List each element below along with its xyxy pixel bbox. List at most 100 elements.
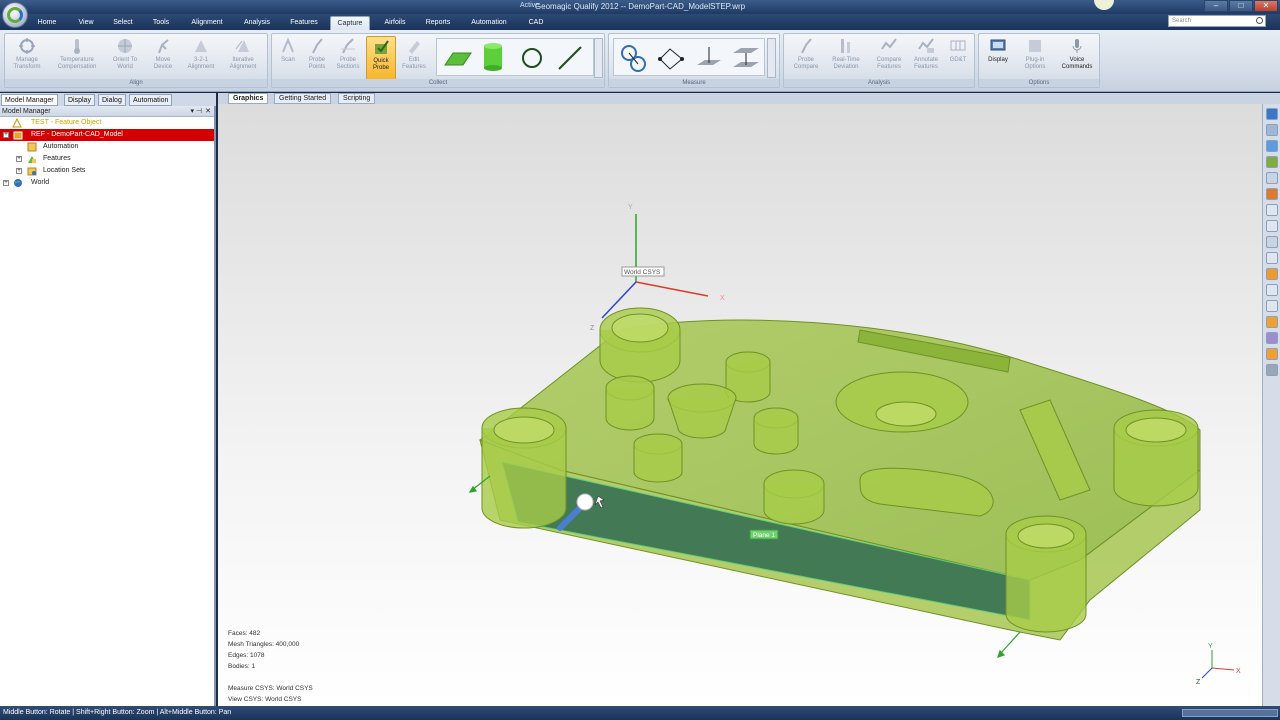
manage-transform-button[interactable]: Manage Transform [9,36,45,81]
tab-tools[interactable]: Tools [146,16,176,30]
view-front-icon[interactable] [1266,108,1278,120]
render-mode-icon[interactable] [1266,332,1278,344]
tab-capture[interactable]: Capture [330,16,370,30]
iterative-alignment-label: Iterative Alignment [229,57,257,70]
tab-home[interactable]: Home [32,16,62,30]
tab-view[interactable]: View [72,16,100,30]
tab-select[interactable]: Select [108,16,138,30]
orient-to-world-button[interactable]: Orient To World [107,36,143,81]
tab-airfoils[interactable]: Airfoils [376,16,414,30]
options-group: Display Plug-in Options Voice Commands O… [978,33,1100,88]
edit-features-button[interactable]: Edit Features [398,36,430,81]
zoom-icon[interactable] [1266,236,1278,248]
mesh-triangles-count: Mesh Triangles: 400,000 [228,641,300,648]
tab-graphics[interactable]: Graphics [228,93,269,104]
view-top-icon[interactable] [1266,140,1278,152]
model-scene[interactable]: Y X Z World CSYS Plane 1 Y X Z [218,104,1262,706]
probe-sections-button[interactable]: Probe Sections [332,36,364,81]
tab-reports[interactable]: Reports [420,16,456,30]
probe-compare-label: Probe Compare [793,57,819,70]
gdt-label: GD&T [949,57,967,63]
distance-points-icon[interactable] [656,43,686,73]
selection-mode-icon[interactable] [1266,284,1278,296]
voice-commands-button[interactable]: Voice Commands [1057,36,1097,81]
options-group-label: Options [979,79,1099,87]
tab-scripting[interactable]: Scripting [338,93,376,104]
view-bottom-icon[interactable] [1266,156,1278,168]
maximize-button[interactable]: □ [1229,0,1253,12]
realtime-deviation-button[interactable]: Real-Time Deviation [826,36,866,81]
tree-item-world[interactable]: + World [0,177,214,189]
tab-alignment[interactable]: Alignment [184,16,230,30]
tree-item-label: Features [43,155,71,162]
distance-circles-icon[interactable] [618,43,650,73]
tab-cad[interactable]: CAD [522,16,550,30]
tab-automation[interactable]: Automation [464,16,514,30]
minimize-button[interactable]: – [1204,0,1228,12]
iterative-alignment-button[interactable]: Iterative Alignment [223,36,263,81]
tree-item-test[interactable]: TEST - Feature Object [0,117,214,129]
graphics-viewport[interactable]: Y X Z World CSYS Plane 1 Y X Z Faces: 48… [218,104,1262,706]
tab-display[interactable]: Display [64,94,95,106]
search-input[interactable]: Search [1168,15,1266,27]
expand-toggle[interactable]: + [3,180,9,186]
plugin-options-button[interactable]: Plug-in Options [1015,36,1055,81]
expand-toggle[interactable]: + [16,156,22,162]
collect-group: Scan Probe Points Probe Sections Quick P… [271,33,605,88]
gdt-button[interactable]: GD&T [944,36,972,81]
tab-analysis[interactable]: Analysis [238,16,276,30]
expand-toggle[interactable]: + [3,132,9,138]
triad-y-label: Y [1208,643,1213,650]
view-right-icon[interactable] [1266,188,1278,200]
annotate-features-button[interactable]: Annotate Features [908,36,944,81]
alignment-321-button[interactable]: 3-2-1 Alignment [183,36,219,81]
circle-icon[interactable] [519,45,545,71]
tab-model-manager[interactable]: Model Manager [1,94,58,106]
plane-icon[interactable] [441,45,473,71]
line-icon[interactable] [555,43,585,73]
tab-automation-panel[interactable]: Automation [129,94,173,106]
measure-gallery-scroll[interactable] [767,38,776,78]
close-panel-icon[interactable]: ✕ [205,106,211,117]
move-device-button[interactable]: Move Device [145,36,181,81]
rotate-icon[interactable] [1266,268,1278,280]
fit-view-icon[interactable] [1266,220,1278,232]
display-button[interactable]: Display [981,36,1015,81]
view-back-icon[interactable] [1266,124,1278,136]
app-logo-icon [7,7,23,23]
application-menu-button[interactable] [2,2,28,28]
status-bar: Middle Button: Rotate | Shift+Right Butt… [0,706,1280,720]
close-button[interactable]: ✕ [1254,0,1278,12]
expand-toggle[interactable]: + [16,168,22,174]
pan-icon[interactable] [1266,252,1278,264]
tree-item-location-sets[interactable]: + Location Sets [0,165,214,177]
window-controls: – □ ✕ [1204,0,1278,12]
feature-gallery-scroll[interactable] [594,38,603,78]
probe-compare-button[interactable]: Probe Compare [788,36,824,81]
display-label: Display [988,57,1008,63]
settings-icon[interactable] [1266,364,1278,376]
view-iso-icon[interactable] [1266,204,1278,216]
quick-probe-button[interactable]: Quick Probe [366,36,396,81]
lighting-icon[interactable] [1266,316,1278,328]
temperature-compensation-button[interactable]: Temperature Compensation [55,36,99,81]
edges-count: Edges: 1078 [228,652,265,659]
tree-item-features[interactable]: + Features [0,153,214,165]
csys-y-label: Y [628,204,633,211]
point-to-plane-icon[interactable] [694,43,724,73]
color-icon[interactable] [1266,348,1278,360]
tab-getting-started[interactable]: Getting Started [274,93,332,104]
tab-dialog[interactable]: Dialog [98,94,126,106]
measure-group-label: Measure [609,79,779,87]
cylinder-icon[interactable] [481,41,505,73]
plane-to-plane-icon[interactable] [730,43,762,73]
tree-item-automation[interactable]: Automation [0,141,214,153]
pin-icon[interactable]: ▾ ⊣ [190,106,202,117]
tree-item-ref-model[interactable]: + REF - DemoPart-CAD_Model [0,129,214,141]
view-left-icon[interactable] [1266,172,1278,184]
tab-features[interactable]: Features [284,16,324,30]
compare-features-button[interactable]: Compare Features [870,36,908,81]
scan-button[interactable]: Scan [274,36,302,81]
clip-plane-icon[interactable] [1266,300,1278,312]
probe-points-button[interactable]: Probe Points [302,36,332,81]
